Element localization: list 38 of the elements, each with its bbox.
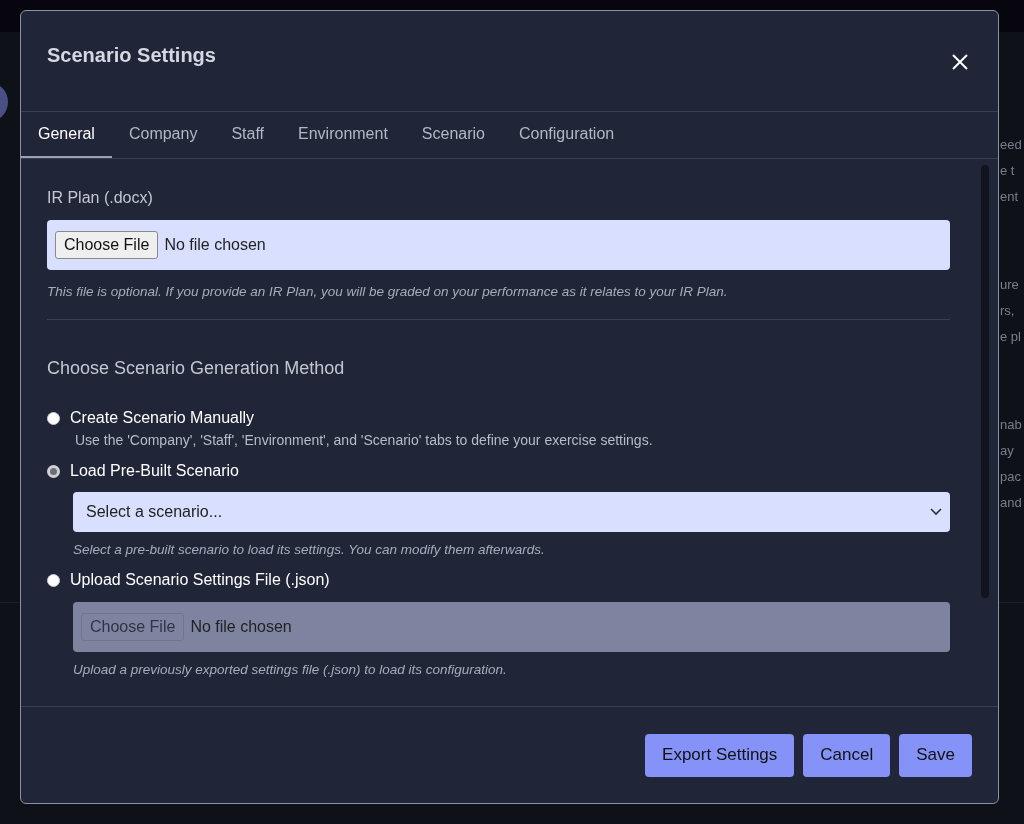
hint-text: This file is optional. If you provide an IR Plan, you will be graded on your performance as it relates to your IR Plan. [47, 284, 729, 299]
option-label: Create Scenario Manually [70, 409, 255, 427]
option-description: Use the 'Company', 'Staff', 'Environment', and 'Scenario' tabs to define your exercise settings. [75, 432, 654, 448]
dialog-button[interactable]: Cancel [803, 733, 891, 777]
background-text: rs, [1000, 302, 1015, 320]
tab[interactable]: General [21, 112, 112, 158]
scrollbar-thumb[interactable] [981, 165, 989, 598]
file-status-text: No file chosen [164, 236, 266, 254]
option-label: Load Pre-Built Scenario [70, 462, 239, 480]
hint-text: Select a pre-built scenario to load its settings. You can modify them afterwards. [73, 542, 546, 557]
section-heading: Choose Scenario Generation Method [47, 358, 346, 379]
tab[interactable]: Environment [281, 112, 405, 158]
background-text: eed [1000, 136, 1022, 154]
dialog-title: Scenario Settings [47, 43, 216, 67]
tab[interactable]: Company [111, 112, 215, 158]
background-text: nab [1000, 416, 1022, 434]
background-text: e t [1000, 162, 1015, 180]
dialog-button[interactable]: Export Settings [645, 733, 795, 777]
background-text: ay [1000, 442, 1014, 460]
background-text: ent [1000, 188, 1019, 206]
dialog-button[interactable]: Save [899, 733, 972, 777]
tab[interactable]: Scenario [404, 112, 502, 158]
hint-text: Upload a previously exported settings file (.json) to load its configuration. [73, 662, 508, 677]
option-label: Upload Scenario Settings File (.json) [70, 571, 330, 589]
tab[interactable]: Staff [214, 112, 282, 158]
background-text: ure [1000, 276, 1019, 294]
background-text: e pl [1000, 328, 1021, 346]
background-text: and [1000, 494, 1022, 512]
file-status-text: No file chosen [190, 618, 292, 636]
ir-plan-file-input[interactable]: Choose File No file chosen [47, 220, 950, 270]
radio-button[interactable] [47, 411, 60, 425]
scenario-select[interactable]: Select a scenario... [73, 492, 950, 532]
choose-file-button[interactable]: Choose File [55, 231, 159, 259]
radio-button[interactable] [47, 464, 60, 478]
field-label: IR Plan (.docx) [47, 189, 154, 207]
tab[interactable]: Configuration [502, 112, 632, 158]
background-text: pac [1000, 468, 1021, 486]
chevron-down-icon [930, 508, 942, 516]
